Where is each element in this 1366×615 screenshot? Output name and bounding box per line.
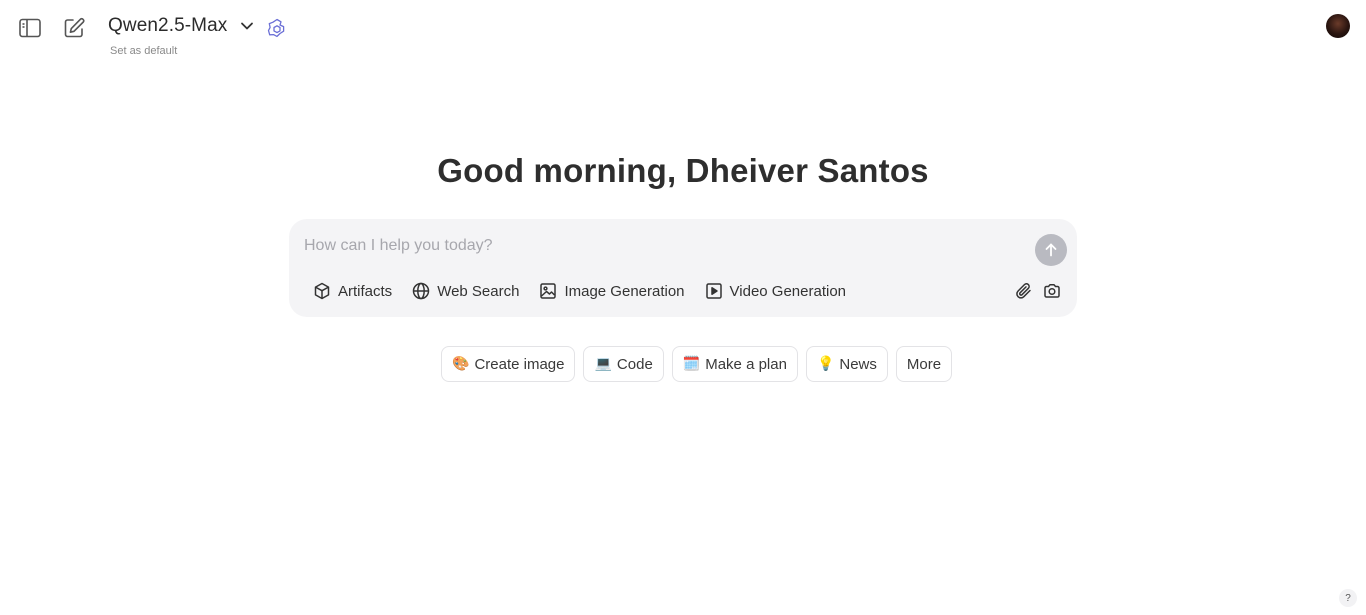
top-bar: Qwen2.5-Max Set as default [0, 0, 1366, 70]
suggestion-label: Make a plan [705, 355, 787, 373]
globe-icon [412, 282, 430, 300]
model-selector[interactable]: Qwen2.5-Max [108, 15, 255, 37]
model-name: Qwen2.5-Max [108, 15, 228, 36]
calendar-icon: 🗓️ [682, 356, 701, 372]
image-generation-label: Image Generation [564, 282, 685, 300]
suggestion-chips: 🎨 Create image 💻 Code 🗓️ Make a plan 💡 N… [441, 346, 960, 382]
paperclip-icon[interactable] [1014, 281, 1034, 301]
laptop-icon: 💻 [594, 356, 612, 372]
palette-icon: 🎨 [452, 356, 470, 372]
video-generation-label: Video Generation [729, 282, 847, 300]
sidebar-icon[interactable] [16, 14, 44, 42]
image-generation-button[interactable]: Image Generation [539, 282, 685, 300]
suggestion-label: More [906, 355, 942, 373]
set-default-link[interactable]: Set as default [110, 45, 177, 57]
lightbulb-icon: 💡 [816, 356, 835, 372]
help-button[interactable]: ? [1339, 589, 1357, 607]
suggestion-make-a-plan[interactable]: 🗓️ Make a plan [671, 346, 798, 382]
camera-icon[interactable] [1042, 281, 1062, 301]
send-button[interactable] [1035, 234, 1067, 266]
message-composer: Artifacts Web Search Image Generation [289, 219, 1077, 317]
suggestion-label: Create image [474, 355, 565, 373]
chevron-down-icon [239, 18, 255, 34]
suggestion-news[interactable]: 💡 News [805, 346, 888, 382]
web-search-label: Web Search [437, 282, 520, 300]
suggestion-label: News [839, 355, 877, 373]
arrow-up-icon [1043, 242, 1059, 258]
suggestion-code[interactable]: 💻 Code [583, 346, 664, 382]
greeting-heading: Good morning, Dheiver Santos [437, 152, 929, 189]
video-generation-button[interactable]: Video Generation [705, 282, 846, 300]
composer-tools: Artifacts Web Search Image Generation Vi… [313, 281, 866, 301]
web-search-button[interactable]: Web Search [412, 282, 519, 300]
artifacts-label: Artifacts [338, 282, 393, 300]
message-input[interactable] [304, 233, 1004, 259]
image-icon [540, 283, 557, 299]
artifacts-button[interactable]: Artifacts [313, 282, 392, 300]
play-square-icon [705, 283, 722, 299]
suggestion-label: Code [616, 355, 653, 373]
edit-icon[interactable] [60, 14, 88, 42]
suggestion-create-image[interactable]: 🎨 Create image [441, 346, 576, 382]
suggestion-more[interactable]: More [895, 346, 953, 382]
cube-icon [314, 282, 330, 300]
qwen-logo-icon [266, 17, 288, 39]
user-avatar[interactable] [1326, 14, 1350, 38]
